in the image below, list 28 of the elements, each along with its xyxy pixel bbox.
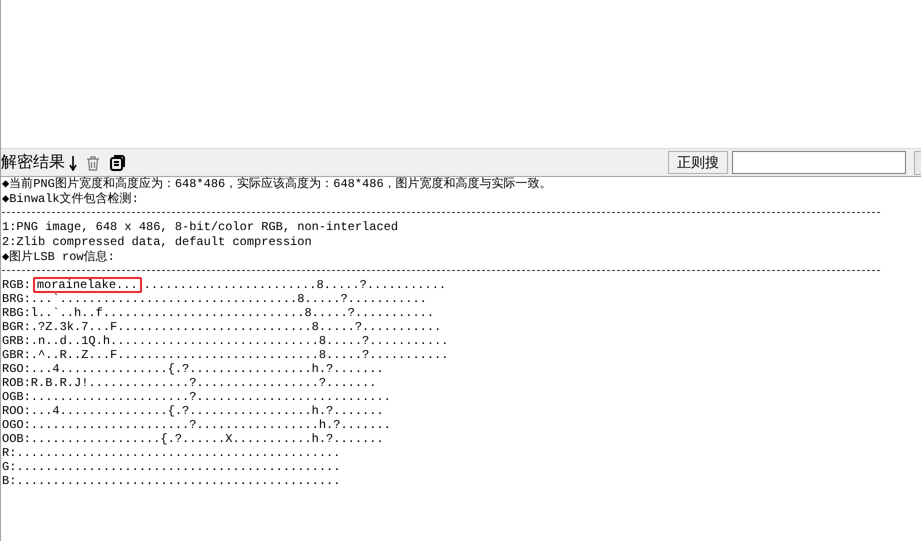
lsb-row-text: BGR:.?Z.3k.7...F...........................8.....?...........	[2, 320, 442, 334]
lsb-row-text: OGO:......................?.................h.?.......	[2, 418, 391, 432]
lsb-row-text: GBR:.^..R..Z...F............................8.....?...........	[2, 348, 448, 362]
output-line: ◆图片LSB row信息:	[2, 250, 116, 265]
lsb-row-text: RGB:	[2, 278, 31, 292]
output-line: 2:Zlib compressed data, default compression	[2, 235, 313, 250]
toolbar-title: 解密结果	[1, 152, 65, 173]
lsb-row-text: OOB:..................{.?......X...........h.?.......	[2, 432, 384, 446]
search-field[interactable]	[732, 151, 906, 174]
output-line: ◆当前PNG图片宽度和高度应为：648*486，实际应该高度为：648*486，图片宽度和高度与实际一致。	[2, 177, 553, 192]
output-line: 1:PNG image, 648 x 486, 8-bit/color RGB, non-interlaced	[2, 220, 400, 235]
regex-search-button[interactable]: 正则搜	[668, 151, 728, 174]
lsb-row-text: G:.............................................	[2, 460, 340, 474]
lsb-row-text: RGO:...4...............{.?.................h.?.......	[2, 362, 384, 376]
lsb-row-text: BRG:...`.................................8.....?...........	[2, 292, 427, 306]
down-arrow-icon[interactable]	[69, 154, 77, 170]
highlighted-text: morainelake...	[32, 277, 142, 293]
lsb-row-text: ROB:R.B.R.J!..............?.................?.......	[2, 376, 376, 390]
copy-icon[interactable]	[109, 154, 125, 170]
lsb-row-text: RBG:l..`..h..f............................8.....?...........	[2, 306, 434, 320]
trash-icon[interactable]	[85, 154, 101, 170]
lsb-row-text: R:.............................................	[2, 446, 340, 460]
lsb-row-text: B:.............................................	[2, 474, 340, 488]
output-line: ◆Binwalk文件包含检测:	[2, 192, 140, 207]
lsb-row-text: GRB:.n..d..1Q.h.............................8.....?...........	[2, 334, 448, 348]
lsb-row-text: OGB:......................?...........................	[2, 390, 391, 404]
lsb-row-text: ROO:...4...............{.?.................h.?.......	[2, 404, 384, 418]
lsb-row-text: ........................8.....?...........	[144, 278, 446, 292]
